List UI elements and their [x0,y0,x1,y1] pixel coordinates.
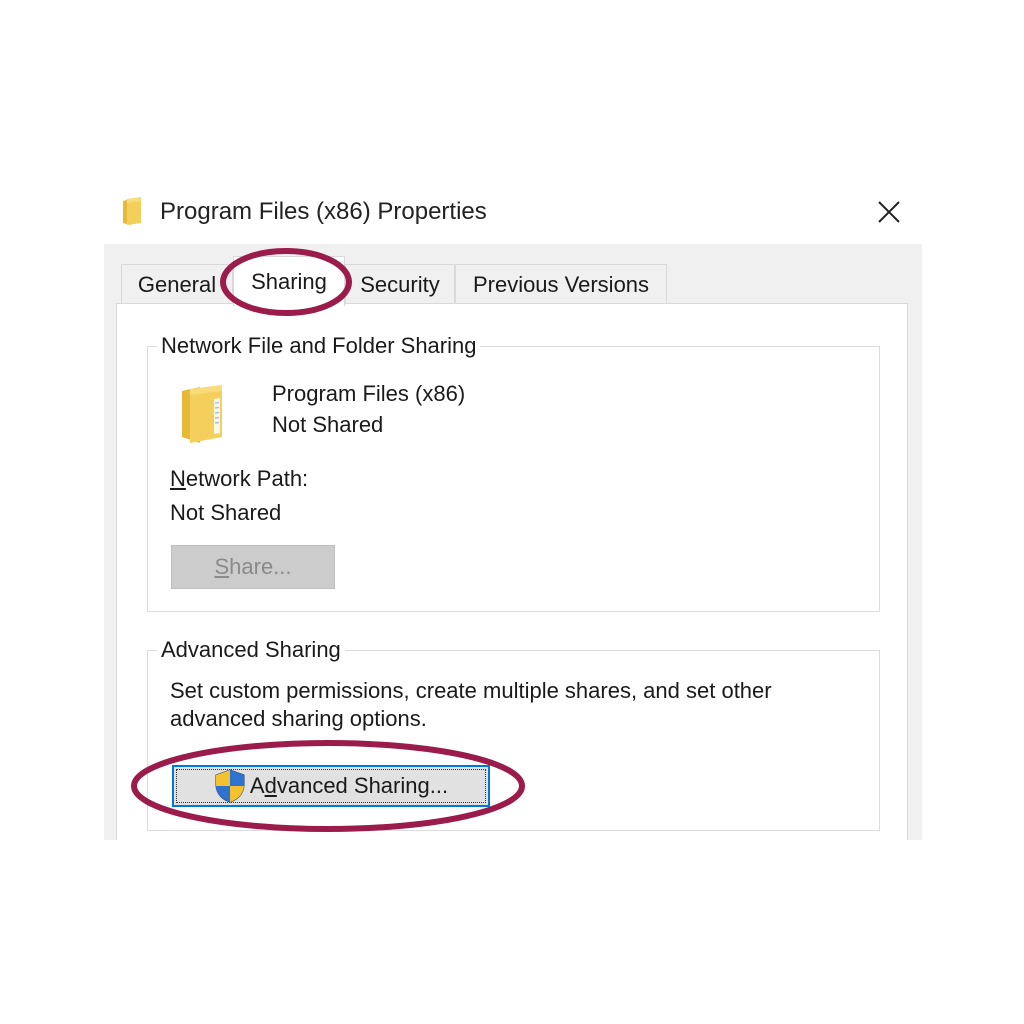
folder-name: Program Files (x86) [272,381,466,406]
advanced-sharing-description-line1: Set custom permissions, create multiple … [170,678,772,703]
uac-shield-icon [215,769,245,803]
tab-sharing[interactable]: Sharing [233,256,345,306]
network-path-label-rest: etwork Path: [185,466,309,491]
advanced-sharing-button-label: Advanced Sharing... [250,773,448,799]
share-button[interactable]: Share... [171,545,335,589]
tab-security-label: Security [360,272,440,297]
tab-general-label: General [137,272,217,297]
tab-previous-versions[interactable]: Previous Versions [455,264,667,304]
advanced-sharing-button[interactable]: Advanced Sharing... [172,765,490,807]
network-path-value: Not Shared [170,500,282,525]
screenshot-canvas: Program Files (x86) Properties General S… [0,0,1024,1024]
network-path-label-mnemonic: N [170,466,186,491]
advanced-sharing-button-mnemonic: d [264,773,277,798]
advanced-sharing-group-title: Advanced Sharing [157,637,345,663]
tab-previous-versions-label: Previous Versions [472,272,650,297]
tab-security[interactable]: Security [345,264,455,304]
network-path-label: Network Path: [170,466,308,492]
share-button-mnemonic: S [214,554,230,579]
share-button-rest: hare... [229,554,292,579]
window-title: Program Files (x86) Properties [160,198,487,225]
tab-general[interactable]: General [121,264,233,304]
advanced-sharing-button-prefix: A [249,773,265,798]
share-status: Not Shared [272,412,384,437]
tab-sharing-label: Sharing [251,269,327,294]
network-sharing-group-title: Network File and Folder Sharing [157,333,481,359]
advanced-sharing-button-rest: vanced Sharing... [276,773,449,798]
folder-icon [123,197,141,225]
advanced-sharing-description-line2: advanced sharing options. [170,706,427,731]
close-icon[interactable] [870,193,908,231]
folder-icon [182,385,222,443]
